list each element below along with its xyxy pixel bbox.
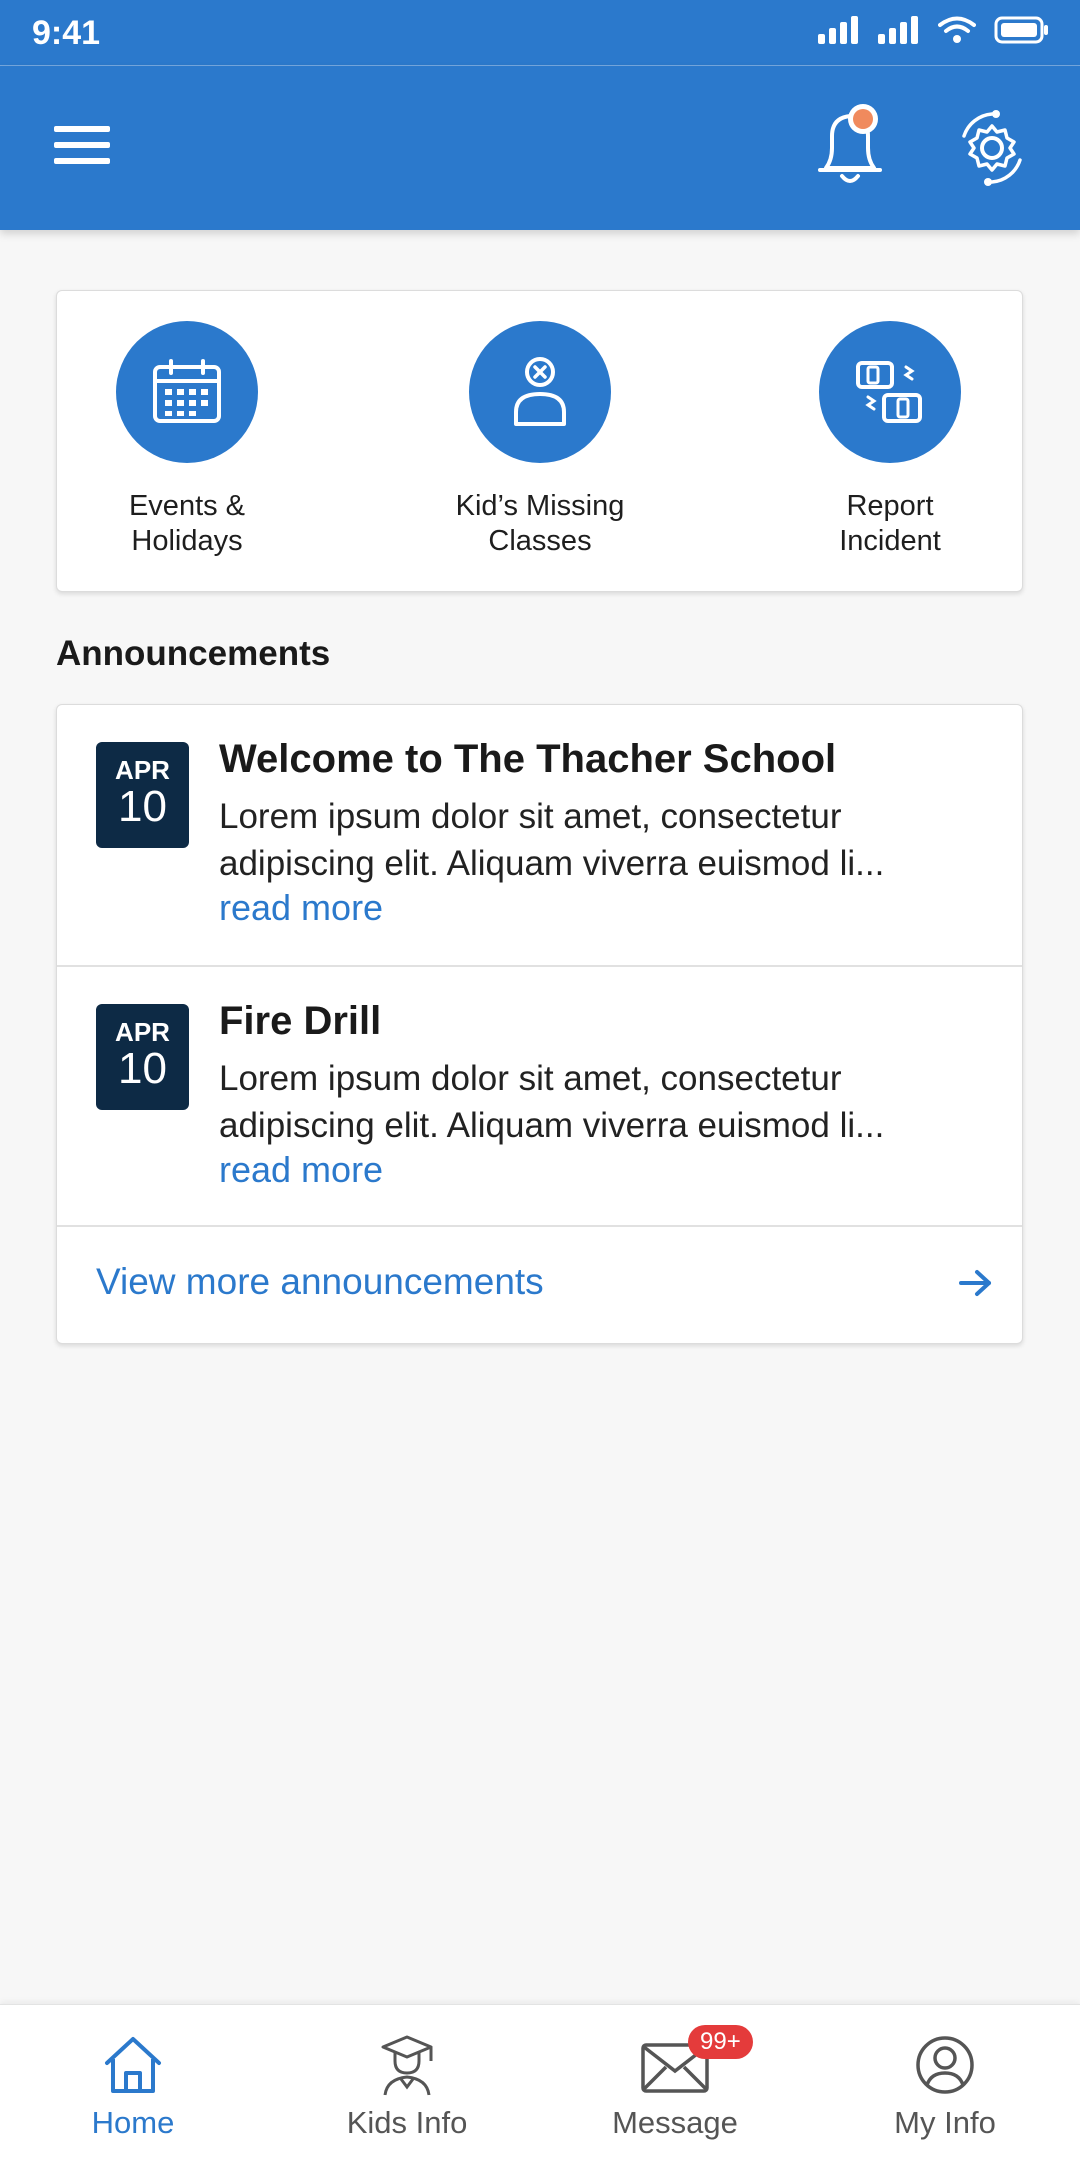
signal-icon-2 bbox=[878, 16, 918, 44]
quick-action-incident-label: Report Incident bbox=[839, 490, 941, 557]
menu-icon[interactable] bbox=[54, 124, 110, 166]
announcement-body: Lorem ipsum dolor sit amet, consectetur … bbox=[219, 797, 885, 883]
quick-action-report-incident[interactable]: Report Incident bbox=[760, 321, 1020, 559]
announcement-body: Lorem ipsum dolor sit amet, consectetur … bbox=[219, 1059, 885, 1145]
status-bar: 9:41 bbox=[0, 0, 1080, 66]
read-more-link[interactable]: read more bbox=[219, 1149, 383, 1191]
quick-action-events-circle[interactable] bbox=[116, 321, 258, 463]
date-day: 10 bbox=[118, 782, 167, 831]
person-missing-icon bbox=[514, 357, 566, 426]
bell-icon[interactable] bbox=[810, 98, 890, 188]
quick-action-events[interactable]: Events & Holidays bbox=[57, 321, 317, 559]
quick-action-missing-label: Kid’s Missing Classes bbox=[455, 490, 625, 557]
announcement-item[interactable]: APR 10 Fire Drill Lorem ipsum dolor sit … bbox=[57, 967, 1022, 1227]
view-more-label[interactable]: View more announcements bbox=[96, 1261, 544, 1303]
date-month: APR bbox=[115, 755, 170, 785]
nav-message-label: Message bbox=[612, 2105, 738, 2140]
nav-my-info-label: My Info bbox=[894, 2105, 996, 2140]
quick-action-missing-circle[interactable] bbox=[469, 321, 611, 463]
announcement-title: Welcome to The Thacher School bbox=[219, 737, 837, 781]
app-bar bbox=[0, 66, 1080, 230]
announcements-card: APR 10 Welcome to The Thacher School Lor… bbox=[56, 704, 1023, 1344]
nav-home[interactable]: Home bbox=[0, 2005, 268, 2160]
quick-actions-card: Events & Holidays Kid’s Missing Classes … bbox=[56, 290, 1023, 592]
nav-message[interactable]: 99+ Message bbox=[540, 2005, 810, 2160]
nav-kids-info[interactable]: Kids Info bbox=[272, 2005, 542, 2160]
announcement-title: Fire Drill bbox=[219, 999, 382, 1043]
date-day: 10 bbox=[118, 1044, 167, 1093]
battery-icon bbox=[994, 16, 1048, 44]
graduate-icon bbox=[381, 2035, 433, 2096]
bottom-nav: Home Kids Info 99+ Message My Info bbox=[0, 2004, 1080, 2160]
calendar-icon bbox=[153, 359, 221, 423]
read-more-link[interactable]: read more bbox=[219, 887, 383, 929]
message-count-badge: 99+ bbox=[688, 2025, 753, 2059]
quick-action-missing-classes[interactable]: Kid’s Missing Classes bbox=[410, 321, 670, 559]
nav-home-label: Home bbox=[91, 2105, 175, 2140]
announcements-heading: Announcements bbox=[56, 634, 331, 673]
nav-kids-info-label: Kids Info bbox=[346, 2105, 468, 2140]
arrow-right-icon[interactable] bbox=[958, 1267, 994, 1299]
date-badge: APR 10 bbox=[96, 1004, 189, 1110]
signal-icon bbox=[818, 16, 858, 44]
quick-action-events-label: Events & Holidays bbox=[128, 490, 246, 557]
home-icon bbox=[105, 2037, 161, 2093]
settings-icon[interactable] bbox=[952, 106, 1032, 190]
nav-my-info[interactable]: My Info bbox=[810, 2005, 1080, 2160]
announcement-item[interactable]: APR 10 Welcome to The Thacher School Lor… bbox=[57, 705, 1022, 967]
incident-icon bbox=[856, 361, 922, 423]
profile-icon bbox=[916, 2036, 974, 2094]
wifi-icon bbox=[938, 16, 976, 43]
quick-action-incident-circle[interactable] bbox=[819, 321, 961, 463]
view-more-announcements[interactable]: View more announcements bbox=[57, 1227, 1022, 1343]
status-icons bbox=[818, 16, 1050, 44]
date-badge: APR 10 bbox=[96, 742, 189, 848]
status-time: 9:41 bbox=[32, 14, 101, 52]
date-month: APR bbox=[115, 1017, 170, 1047]
